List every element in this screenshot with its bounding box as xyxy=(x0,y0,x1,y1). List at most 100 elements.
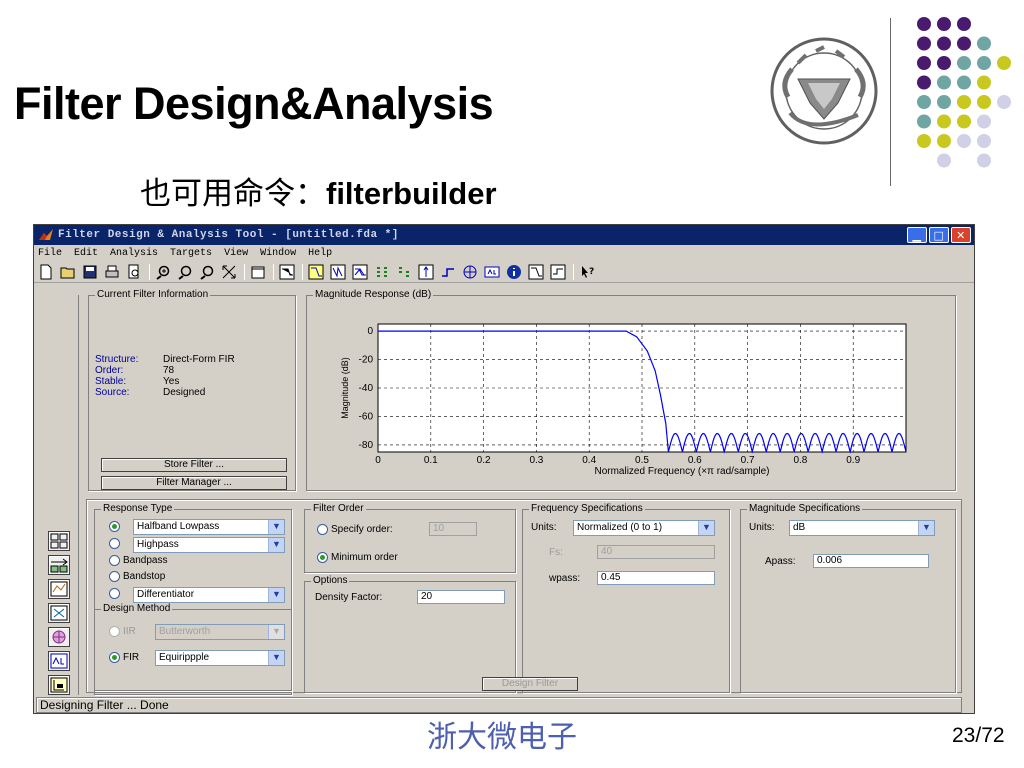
fs-input[interactable]: 40 xyxy=(597,545,715,559)
filter-specs-icon[interactable] xyxy=(277,263,297,281)
x-tick-label: 0.7 xyxy=(741,455,755,466)
new-file-icon[interactable] xyxy=(36,263,56,281)
response-type-label: Response Type xyxy=(101,503,175,514)
filter-order-group: Filter Order Specify order: 10 Minimum o… xyxy=(304,503,516,573)
decorative-dot xyxy=(957,95,971,109)
phase-response-icon[interactable] xyxy=(328,263,348,281)
frequency-specs-label: Frequency Specifications xyxy=(529,503,645,514)
apass-label: Apass: xyxy=(765,556,796,567)
decorative-dot xyxy=(917,56,931,70)
design-filter-button[interactable]: Design Filter xyxy=(482,677,578,691)
magnitude-response-group: Magnitude Response (dB) 0 0.1 0.2 0.3 0.4 0.5… xyxy=(306,289,956,491)
decorative-dot xyxy=(917,114,931,129)
toolbar-separator xyxy=(273,263,274,280)
chevron-down-icon: ▼ xyxy=(268,651,284,665)
highpass-select[interactable]: Highpass ▼ xyxy=(133,537,285,553)
x-tick-label: 0 xyxy=(375,455,381,466)
bandpass-radio[interactable] xyxy=(109,555,120,566)
menu-analysis[interactable]: Analysis xyxy=(110,248,158,259)
pole-zero-icon[interactable] xyxy=(460,263,480,281)
round-off-noise-icon[interactable] xyxy=(548,263,568,281)
decorative-dot xyxy=(937,75,951,90)
matlab-icon xyxy=(39,229,53,240)
minimize-button[interactable]: ▁ xyxy=(907,227,927,243)
pole-zero-editor-side-icon[interactable] xyxy=(48,579,70,599)
differentiator-radio[interactable] xyxy=(109,588,120,599)
specify-order-input[interactable]: 10 xyxy=(429,522,477,536)
zju-logo xyxy=(770,37,878,145)
source-key: Source: xyxy=(95,387,130,398)
highpass-radio[interactable] xyxy=(109,538,120,549)
bandstop-radio[interactable] xyxy=(109,571,120,582)
magnitude-estimate-icon[interactable] xyxy=(526,263,546,281)
bandpass-label: Bandpass xyxy=(123,555,168,566)
wpass-input[interactable]: 0.45 xyxy=(597,571,715,585)
fir-radio[interactable] xyxy=(109,652,120,663)
store-filter-button[interactable]: Store Filter ... xyxy=(101,458,287,472)
density-factor-input[interactable]: 20 xyxy=(417,590,505,604)
group-delay-icon[interactable] xyxy=(372,263,392,281)
multirate-side-icon[interactable] xyxy=(48,627,70,647)
menu-bar: File Edit Analysis Targets View Window H… xyxy=(34,245,974,261)
toolbar-separator xyxy=(149,263,150,280)
full-view-icon[interactable] xyxy=(219,263,239,281)
mag-phase-icon[interactable] xyxy=(350,263,370,281)
menu-help[interactable]: Help xyxy=(308,248,332,259)
realize-model-side-icon[interactable] xyxy=(48,675,70,695)
new-figure-icon[interactable] xyxy=(248,263,268,281)
menu-edit[interactable]: Edit xyxy=(74,248,98,259)
decorative-dot xyxy=(937,17,951,31)
menu-file[interactable]: File xyxy=(38,248,62,259)
print-preview-icon[interactable] xyxy=(124,263,144,281)
quantize-side-icon[interactable] xyxy=(48,651,70,671)
differentiator-select[interactable]: Differentiator ▼ xyxy=(133,587,285,603)
zoom-x-icon[interactable] xyxy=(175,263,195,281)
close-button[interactable]: ✕ xyxy=(951,227,971,243)
magnitude-specs-label: Magnitude Specifications xyxy=(747,503,863,514)
coefficients-icon[interactable] xyxy=(482,263,502,281)
mag-units-select[interactable]: dB ▼ xyxy=(789,520,935,536)
phase-delay-icon[interactable] xyxy=(394,263,414,281)
x-tick-label: 0.6 xyxy=(688,455,702,466)
fdatool-window: Filter Design & Analysis Tool - [untitle… xyxy=(33,224,975,714)
filter-order-label: Filter Order xyxy=(311,503,366,514)
decorative-dot xyxy=(917,17,931,31)
impulse-response-icon[interactable] xyxy=(416,263,436,281)
minimum-order-label: Minimum order xyxy=(331,552,398,563)
whats-this-help-icon[interactable]: ? xyxy=(577,263,597,281)
filter-manager-button[interactable]: Filter Manager ... xyxy=(101,476,287,490)
import-filter-side-icon[interactable] xyxy=(48,603,70,623)
apass-input[interactable]: 0.006 xyxy=(813,554,929,568)
transform-filter-side-icon[interactable] xyxy=(48,555,70,575)
menu-window[interactable]: Window xyxy=(260,248,296,259)
iir-method-select[interactable]: Butterworth ▼ xyxy=(155,624,285,640)
zoom-y-icon[interactable] xyxy=(197,263,217,281)
halfband-lowpass-radio[interactable] xyxy=(109,521,120,532)
step-response-icon[interactable] xyxy=(438,263,458,281)
menu-view[interactable]: View xyxy=(224,248,248,259)
chevron-down-icon: ▼ xyxy=(698,521,714,535)
iir-radio[interactable] xyxy=(109,626,120,637)
fir-method-select[interactable]: Equirippple ▼ xyxy=(155,650,285,666)
structure-value: Direct-Form FIR xyxy=(163,354,235,365)
filter-info-icon[interactable] xyxy=(504,263,524,281)
title-bar[interactable]: Filter Design & Analysis Tool - [untitle… xyxy=(34,225,974,245)
footer-text: 浙大微电子 xyxy=(427,720,577,755)
minimum-order-radio[interactable] xyxy=(317,552,328,563)
freq-units-select[interactable]: Normalized (0 to 1) ▼ xyxy=(573,520,715,536)
menu-targets[interactable]: Targets xyxy=(170,248,212,259)
magnitude-response-icon[interactable] xyxy=(306,263,326,281)
open-folder-icon[interactable] xyxy=(58,263,78,281)
design-filter-side-icon[interactable] xyxy=(48,531,70,551)
print-icon[interactable] xyxy=(102,263,122,281)
wpass-label: wpass: xyxy=(549,573,581,584)
subtitle-text: 也可用命令： xyxy=(140,176,326,212)
specify-order-radio[interactable] xyxy=(317,524,328,535)
fs-label: Fs: xyxy=(549,547,563,558)
halfband-lowpass-select[interactable]: Halfband Lowpass ▼ xyxy=(133,519,285,535)
zoom-in-icon[interactable] xyxy=(153,263,173,281)
maximize-button[interactable]: □ xyxy=(929,227,949,243)
x-axis-label: Normalized Frequency (×π rad/sample) xyxy=(594,466,769,477)
save-icon[interactable] xyxy=(80,263,100,281)
current-filter-info-group: Current Filter Information Structure: Di… xyxy=(88,289,296,491)
